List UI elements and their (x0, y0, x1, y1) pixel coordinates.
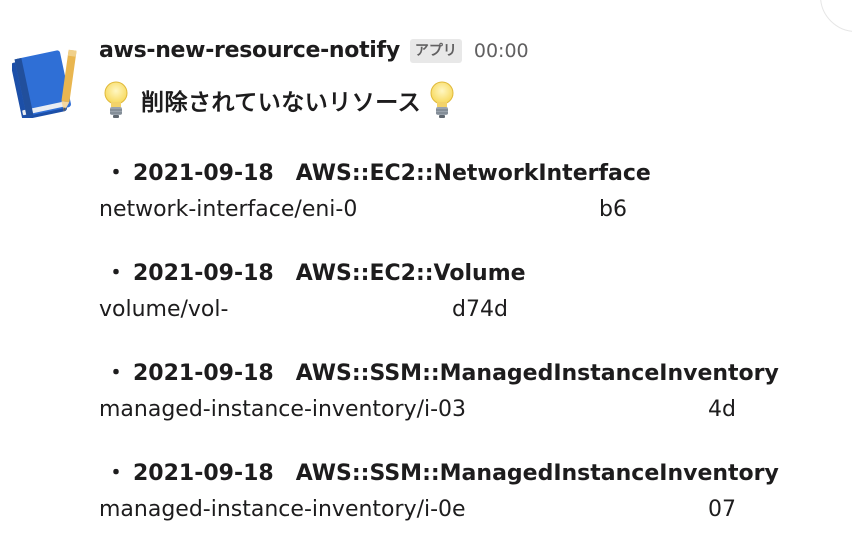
resource-id-prefix: network-interface/eni-0 (99, 192, 358, 228)
bullet: ・ (104, 161, 127, 186)
list-item: ・ 2021-09-18 AWS::SSM::ManagedInstanceIn… (99, 356, 839, 456)
message-header: aws-new-resource-notify アプリ 00:00 (99, 38, 529, 63)
message-title: 削除されていないリソース (141, 90, 422, 116)
resource-type: AWS::EC2::Volume (295, 261, 526, 286)
resource-heading: ・ 2021-09-18 AWS::EC2::NetworkInterface (99, 156, 839, 192)
resource-id-prefix: volume/vol- (99, 292, 229, 328)
list-item: ・ 2021-09-18 AWS::EC2::NetworkInterface … (99, 156, 839, 256)
resource-list: ・ 2021-09-18 AWS::EC2::NetworkInterface … (99, 156, 839, 556)
app-badge: アプリ (409, 38, 462, 63)
resource-type: AWS::SSM::ManagedInstanceInventory (295, 361, 779, 386)
resource-id-prefix: managed-instance-inventory/i-0e (99, 492, 466, 528)
resource-id-suffix: 4d (708, 392, 736, 428)
sender-name[interactable]: aws-new-resource-notify (99, 38, 400, 63)
resource-date: 2021-09-18 (133, 361, 274, 386)
resource-date: 2021-09-18 (133, 461, 274, 486)
resource-id: managed-instance-inventory/i-03 4d (99, 392, 839, 428)
bullet: ・ (104, 261, 127, 286)
resource-type: AWS::EC2::NetworkInterface (295, 161, 651, 186)
resource-id: volume/vol- d74d (99, 292, 839, 328)
chat-message[interactable]: aws-new-resource-notify アプリ 00:00 削除されてい… (0, 0, 852, 560)
resource-heading: ・ 2021-09-18 AWS::SSM::ManagedInstanceIn… (99, 356, 839, 392)
list-item: ・ 2021-09-18 AWS::EC2::Volume volume/vol… (99, 256, 839, 356)
message-timestamp[interactable]: 00:00 (474, 40, 529, 62)
resource-id-suffix: 07 (708, 492, 736, 528)
resource-id-prefix: managed-instance-inventory/i-03 (99, 392, 467, 428)
light-bulb-icon (430, 81, 454, 118)
resource-date: 2021-09-18 (133, 261, 274, 286)
message-title-line: 削除されていないリソース (101, 80, 457, 120)
light-bulb-icon (104, 81, 128, 118)
resource-id-suffix: d74d (452, 292, 508, 328)
resource-id: managed-instance-inventory/i-0e 07 (99, 492, 839, 528)
resource-heading: ・ 2021-09-18 AWS::EC2::Volume (99, 256, 839, 292)
resource-id-suffix: b6 (599, 192, 627, 228)
bullet: ・ (104, 461, 127, 486)
resource-heading: ・ 2021-09-18 AWS::SSM::ManagedInstanceIn… (99, 456, 839, 492)
resource-id: network-interface/eni-0 b6 (99, 192, 839, 228)
resource-type: AWS::SSM::ManagedInstanceInventory (295, 461, 779, 486)
bot-avatar[interactable] (11, 46, 84, 120)
resource-date: 2021-09-18 (133, 161, 274, 186)
bullet: ・ (104, 361, 127, 386)
list-item: ・ 2021-09-18 AWS::SSM::ManagedInstanceIn… (99, 456, 839, 556)
blue-notebook-with-pencil-icon (11, 49, 77, 120)
